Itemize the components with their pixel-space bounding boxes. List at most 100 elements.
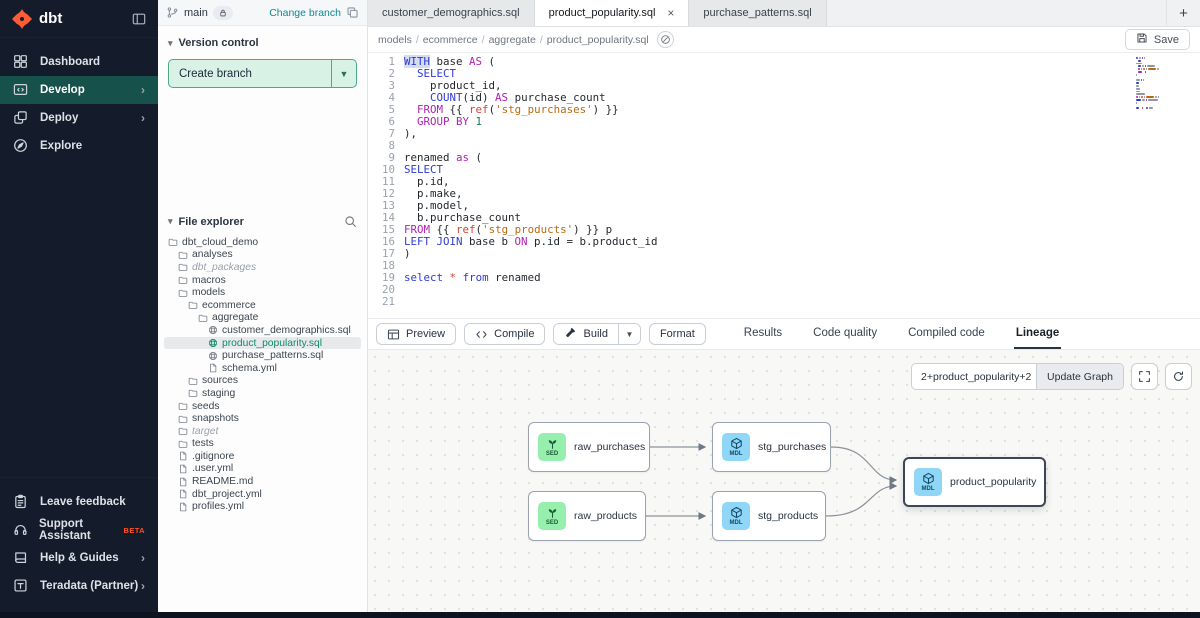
code-line[interactable]: select * from renamed	[404, 272, 1200, 284]
search-icon[interactable]	[344, 215, 357, 228]
code-line[interactable]: WITH base AS (	[404, 56, 1200, 68]
code-line[interactable]	[404, 140, 1200, 152]
tree-item-purchase-patterns-sql[interactable]: purchase_patterns.sql	[164, 349, 361, 362]
sidebar-item-support-assistant[interactable]: Support AssistantBETA	[0, 516, 158, 544]
tree-item-macros[interactable]: macros	[164, 274, 361, 287]
tree-item-staging[interactable]: staging	[164, 387, 361, 400]
tree-item-tests[interactable]: tests	[164, 438, 361, 451]
sidebar-item-label: Support Assistant	[39, 518, 118, 542]
code-line[interactable]: SELECT	[404, 164, 1200, 176]
tree-item-product-popularity-sql[interactable]: product_popularity.sql	[164, 337, 361, 350]
sidebar-item-leave-feedback[interactable]: Leave feedback	[0, 488, 158, 516]
tree-item-analyses[interactable]: analyses	[164, 249, 361, 262]
create-branch-label[interactable]: Create branch	[169, 60, 331, 87]
lineage-node-raw_purchases[interactable]: SEDraw_purchases	[528, 422, 650, 472]
tree-item--gitignore[interactable]: .gitignore	[164, 450, 361, 463]
lineage-node-stg_products[interactable]: MDLstg_products	[712, 491, 826, 541]
file-explorer-header[interactable]: ▾ File explorer	[158, 204, 367, 235]
tree-item-dbt-cloud-demo[interactable]: dbt_cloud_demo	[164, 236, 361, 249]
fullscreen-button[interactable]	[1131, 363, 1158, 390]
sidebar-item-explore[interactable]: Explore	[0, 132, 158, 160]
breadcrumb-item[interactable]: models	[378, 34, 412, 46]
tree-item-readme-md[interactable]: README.md	[164, 475, 361, 488]
tree-item-sources[interactable]: sources	[164, 375, 361, 388]
tree-item-customer-demographics-sql[interactable]: customer_demographics.sql	[164, 324, 361, 337]
build-dropdown-caret[interactable]: ▼	[618, 324, 640, 344]
tree-item-dbt-project-yml[interactable]: dbt_project.yml	[164, 488, 361, 501]
build-button[interactable]: Build	[554, 324, 617, 344]
breadcrumb-item[interactable]: product_popularity.sql	[547, 34, 649, 46]
tree-item-label: customer_demographics.sql	[222, 325, 351, 336]
panel-tab-code-quality[interactable]: Code quality	[811, 319, 879, 349]
lineage-canvas[interactable]: SEDraw_purchases MDLstg_purchases SEDraw_p…	[368, 350, 1200, 612]
code-line[interactable]: p.id,	[404, 176, 1200, 188]
code-line[interactable]: )	[404, 248, 1200, 260]
sidebar-footer: Leave feedbackSupport AssistantBETAHelp …	[0, 477, 158, 612]
code-line[interactable]: GROUP BY 1	[404, 116, 1200, 128]
lineage-selector-input[interactable]: 2+product_popularity+2	[912, 364, 1036, 389]
tree-item-aggregate[interactable]: aggregate	[164, 312, 361, 325]
code-line[interactable]: p.model,	[404, 200, 1200, 212]
compile-button[interactable]: Compile	[464, 323, 545, 345]
sidebar-item-teradata-partner-[interactable]: Teradata (Partner)›	[0, 572, 158, 600]
refresh-button[interactable]	[1165, 363, 1192, 390]
minimap[interactable]	[1136, 57, 1166, 116]
lineage-node-raw_products[interactable]: SEDraw_products	[528, 491, 646, 541]
code-content[interactable]: WITH base AS ( SELECT product_id, COUNT(…	[404, 56, 1200, 318]
code-line[interactable]: p.make,	[404, 188, 1200, 200]
sidebar-item-help-guides[interactable]: Help & Guides›	[0, 544, 158, 572]
tree-item-seeds[interactable]: seeds	[164, 400, 361, 413]
panel-tab-compiled-code[interactable]: Compiled code	[906, 319, 987, 349]
tree-item-target[interactable]: target	[164, 425, 361, 438]
code-line[interactable]: FROM {{ ref('stg_purchases') }}	[404, 104, 1200, 116]
panel-tab-results[interactable]: Results	[742, 319, 784, 349]
create-branch-button[interactable]: Create branch ▼	[168, 59, 357, 88]
button-label: Build	[583, 328, 607, 340]
tree-item-profiles-yml[interactable]: profiles.yml	[164, 500, 361, 513]
sidebar-item-deploy[interactable]: Deploy›	[0, 104, 158, 132]
code-line[interactable]	[404, 284, 1200, 296]
seed-icon	[546, 437, 559, 450]
tree-item-label: analyses	[192, 249, 233, 260]
code-line[interactable]: LEFT JOIN base b ON p.id = b.product_id	[404, 236, 1200, 248]
version-control-label: Version control	[179, 37, 259, 49]
preview-button[interactable]: Preview	[376, 323, 456, 345]
lineage-node-stg_purchases[interactable]: MDLstg_purchases	[712, 422, 831, 472]
tree-item-snapshots[interactable]: snapshots	[164, 412, 361, 425]
model-badge: MDL	[914, 468, 942, 496]
version-control-header[interactable]: ▾ Version control	[158, 26, 367, 56]
change-branch-link[interactable]: Change branch	[269, 7, 341, 19]
partner-icon	[13, 578, 29, 594]
format-button[interactable]: Format	[649, 323, 706, 345]
tree-item-ecommerce[interactable]: ecommerce	[164, 299, 361, 312]
tree-item-models[interactable]: models	[164, 286, 361, 299]
code-line[interactable]	[404, 296, 1200, 308]
breadcrumb-item[interactable]: aggregate	[489, 34, 536, 46]
copy-icon[interactable]	[346, 6, 359, 19]
sidebar-item-dashboard[interactable]: Dashboard	[0, 48, 158, 76]
breadcrumb-item[interactable]: ecommerce	[423, 34, 478, 46]
editor-tab-purchase_patterns-sql[interactable]: purchase_patterns.sql	[689, 0, 826, 26]
create-branch-caret-icon[interactable]: ▼	[331, 60, 356, 87]
code-line[interactable]: ),	[404, 128, 1200, 140]
lineage-node-product_popularity[interactable]: MDLproduct_popularity	[903, 457, 1046, 507]
tree-item-schema-yml[interactable]: schema.yml	[164, 362, 361, 375]
code-line[interactable]: SELECT	[404, 68, 1200, 80]
code-line[interactable]: renamed as (	[404, 152, 1200, 164]
tree-item-dbt-packages[interactable]: dbt_packages	[164, 261, 361, 274]
editor-tab-customer_demographics-sql[interactable]: customer_demographics.sql	[368, 0, 535, 26]
tree-item-label: models	[192, 287, 225, 298]
folder-icon	[178, 262, 188, 272]
code-editor[interactable]: 123456789101112131415161718192021 WITH b…	[368, 53, 1200, 318]
sidebar-item-develop[interactable]: Develop›	[0, 76, 158, 104]
new-tab-button[interactable]: +	[1166, 0, 1200, 26]
save-button[interactable]: Save	[1125, 29, 1190, 50]
editor-tab-product_popularity-sql[interactable]: product_popularity.sql×	[535, 0, 690, 26]
update-graph-button[interactable]: Update Graph	[1036, 364, 1123, 389]
collapse-sidebar-icon[interactable]	[132, 12, 146, 26]
badge-label: SED	[546, 451, 558, 457]
tree-item--user-yml[interactable]: .user.yml	[164, 463, 361, 476]
panel-tab-lineage[interactable]: Lineage	[1014, 319, 1061, 349]
close-icon[interactable]: ×	[667, 6, 674, 20]
breadcrumb-action-icon[interactable]	[657, 31, 674, 48]
